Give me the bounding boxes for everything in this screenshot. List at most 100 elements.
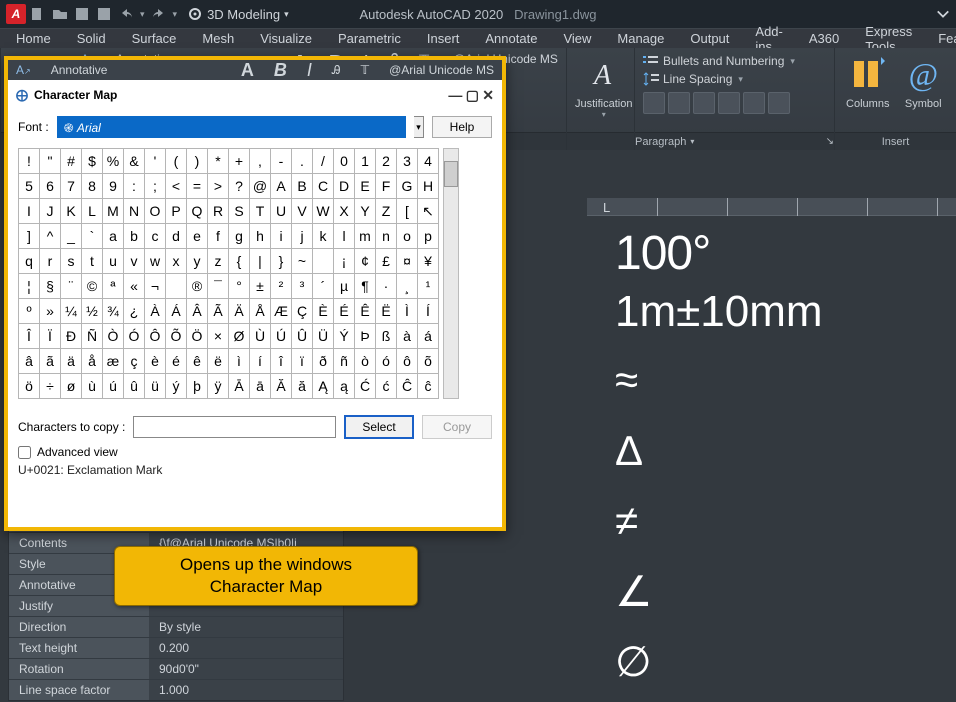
char-cell[interactable]: * [208,149,229,174]
char-cell[interactable]: Ù [250,324,271,349]
char-cell[interactable]: Ö [187,324,208,349]
char-cell[interactable]: æ [103,349,124,374]
char-cell[interactable]: m [355,224,376,249]
char-cell[interactable]: Ç [292,299,313,324]
char-cell[interactable]: ÷ [40,374,61,399]
char-cell[interactable]: ñ [334,349,355,374]
char-cell[interactable]: j [292,224,313,249]
char-cell[interactable]: } [271,249,292,274]
char-cell[interactable]: § [40,274,61,299]
char-cell[interactable]: ¸ [397,274,418,299]
char-cell[interactable]: = [187,174,208,199]
char-cell[interactable] [313,249,334,274]
char-cell[interactable]: Å [250,299,271,324]
align-justify-button[interactable] [718,92,740,114]
char-cell[interactable]: [ [397,199,418,224]
char-cell[interactable]: » [40,299,61,324]
maximize-button[interactable]: ▢ [466,87,479,103]
char-cell[interactable]: ' [145,149,166,174]
char-cell[interactable]: Â [187,299,208,324]
char-cell[interactable]: Z [376,199,397,224]
align-right-button[interactable] [693,92,715,114]
align-center-button[interactable] [668,92,690,114]
char-cell[interactable]: s [61,249,82,274]
char-cell[interactable]: Õ [166,324,187,349]
char-cell[interactable]: l [334,224,355,249]
char-cell[interactable]: ± [250,274,271,299]
char-cell[interactable]: ā [250,374,271,399]
char-cell[interactable]: K [61,199,82,224]
char-cell[interactable]: © [82,274,103,299]
dropdown-more-icon[interactable] [936,7,950,21]
char-cell[interactable]: q [19,249,40,274]
char-cell[interactable]: Î [19,324,40,349]
paragraph-panel-label[interactable]: Paragraph▾ ↘ [635,132,834,150]
char-cell[interactable]: Ô [145,324,166,349]
char-cell[interactable]: ó [376,349,397,374]
char-cell[interactable]: n [376,224,397,249]
char-cell[interactable]: h [250,224,271,249]
char-cell[interactable]: ¡ [334,249,355,274]
char-cell[interactable]: ! [19,149,40,174]
char-cell[interactable]: 6 [40,174,61,199]
char-cell[interactable]: S [229,199,250,224]
char-cell[interactable]: É [334,299,355,324]
char-cell[interactable]: Ă [271,374,292,399]
menu-parametric[interactable]: Parametric [326,29,413,48]
char-cell[interactable]: 7 [61,174,82,199]
undo-icon[interactable] [118,6,134,22]
menu-mesh[interactable]: Mesh [190,29,246,48]
char-cell[interactable]: ô [397,349,418,374]
char-cell[interactable]: ç [124,349,145,374]
char-cell[interactable]: L [82,199,103,224]
char-cell[interactable]: µ [334,274,355,299]
characters-to-copy-input[interactable] [133,416,336,438]
property-row[interactable]: Text height0.200 [9,637,343,658]
char-cell[interactable]: Ā [229,374,250,399]
char-cell[interactable]: ÿ [208,374,229,399]
char-cell[interactable]: N [124,199,145,224]
char-cell[interactable]: Ó [124,324,145,349]
char-cell[interactable]: ¿ [124,299,145,324]
char-cell[interactable]: - [271,149,292,174]
char-cell[interactable]: þ [187,374,208,399]
char-cell[interactable]: V [292,199,313,224]
menu-express tools[interactable]: Express Tools [853,29,924,48]
menu-view[interactable]: View [551,29,603,48]
char-cell[interactable]: ë [208,349,229,374]
char-cell[interactable]: D [334,174,355,199]
char-cell[interactable]: $ [82,149,103,174]
char-cell[interactable]: ¥ [418,249,439,274]
advanced-view-checkbox[interactable] [18,446,31,459]
char-cell[interactable]: ì [229,349,250,374]
charmap-titlebar[interactable]: ⨁ Character Map — ▢ ✕ [8,80,502,110]
char-cell[interactable]: Ý [334,324,355,349]
char-cell[interactable]: & [124,149,145,174]
columns-button[interactable]: Columns [846,52,890,110]
menu-solid[interactable]: Solid [65,29,118,48]
bullets-button[interactable]: Bullets and Numbering▾ [643,54,795,68]
property-value[interactable]: 1.000 [149,680,343,700]
char-cell[interactable]: Í [418,299,439,324]
char-cell[interactable]: û [124,374,145,399]
char-cell[interactable]: 3 [397,149,418,174]
property-value[interactable]: 0.200 [149,638,343,658]
char-cell[interactable]: b [124,224,145,249]
char-cell[interactable]: O [145,199,166,224]
char-cell[interactable]: ) [187,149,208,174]
char-cell[interactable]: e [187,224,208,249]
char-cell[interactable]: ; [145,174,166,199]
char-cell[interactable]: ² [271,274,292,299]
char-cell[interactable]: Ñ [82,324,103,349]
char-cell[interactable]: ¤ [397,249,418,274]
minimize-button[interactable]: — [448,87,462,103]
char-cell[interactable]: y [187,249,208,274]
char-cell[interactable]: P [166,199,187,224]
char-grid[interactable]: !"#$%&'()*+,-./0123456789:;<=>?@ABCDEFGH… [18,148,439,399]
char-cell[interactable]: Ë [376,299,397,324]
char-cell[interactable]: 1 [355,149,376,174]
char-cell[interactable]: Ã [208,299,229,324]
char-cell[interactable]: M [103,199,124,224]
align-left-button[interactable] [643,92,665,114]
char-cell[interactable]: á [418,324,439,349]
